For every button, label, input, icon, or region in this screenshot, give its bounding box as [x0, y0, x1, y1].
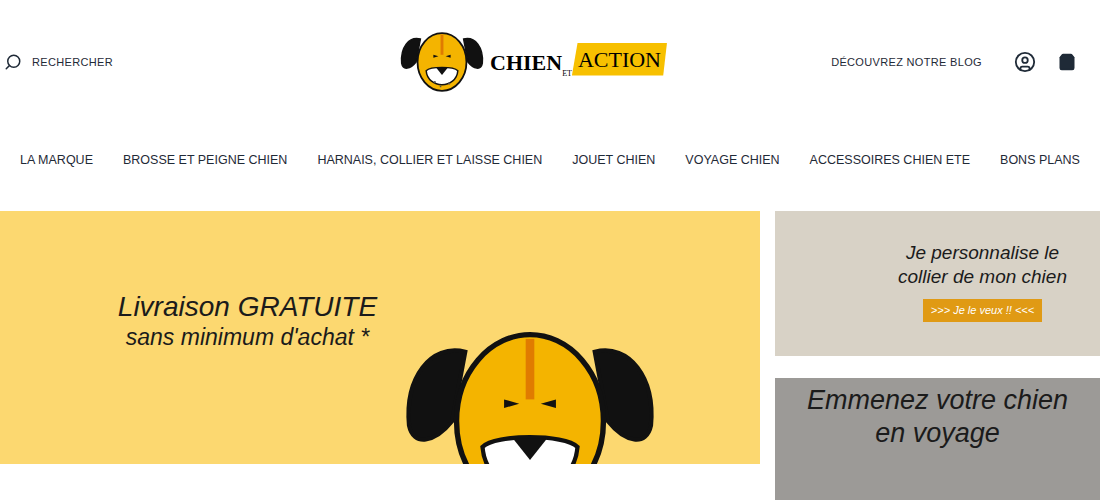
nav-item[interactable]: BONS PLANS [1000, 150, 1080, 170]
logo[interactable]: CHIENETACTION [394, 26, 714, 98]
logo-text-et: ET [562, 68, 572, 80]
main-nav: LA MARQUE BROSSE ET PEIGNE CHIEN HARNAIS, … [20, 124, 1080, 170]
header-actions: DÉCOUVREZ NOTRE BLOG [714, 51, 1096, 73]
nav-item[interactable]: ACCESSOIRES CHIEN ETE [810, 150, 970, 170]
search[interactable]: RECHERCHER [4, 53, 394, 71]
nav-item[interactable]: HARNAIS, COLLIER ET LAISSE CHIEN [317, 150, 542, 170]
hero-text: Livraison GRATUITEsans minimum d'achat * [105, 291, 390, 464]
hero-banner[interactable]: Livraison GRATUITEsans minimum d'achat * [0, 211, 760, 464]
search-label: RECHERCHER [32, 54, 113, 71]
account-icon[interactable] [1014, 51, 1036, 73]
promo-line: collier de mon chien [898, 265, 1067, 289]
nav-item[interactable]: VOYAGE CHIEN [685, 150, 779, 170]
logo-text-chien: CHIEN [490, 46, 562, 79]
search-icon [4, 53, 22, 71]
hero-line: Livraison GRATUITE [118, 291, 377, 323]
promo-column: Je personnalise lecollier de mon chien >>… [775, 211, 1100, 464]
promo-button[interactable]: >>> Je le veux !! <<< [923, 299, 1042, 322]
logo-dog-icon [394, 26, 490, 98]
nav-item[interactable]: JOUET CHIEN [572, 150, 655, 170]
nav-item[interactable]: LA MARQUE [20, 150, 93, 170]
hero-section: Livraison GRATUITEsans minimum d'achat *… [0, 211, 1100, 464]
promo-line: Emmenez votre chien [807, 384, 1068, 417]
promo-card[interactable]: Emmenez votre chienen voyage [775, 378, 1100, 500]
blog-link[interactable]: DÉCOUVREZ NOTRE BLOG [831, 54, 982, 71]
header: RECHERCHER CHIENETACTION DÉCOUVREZ NOTRE B… [0, 0, 1100, 124]
logo-text-action: ACTION [572, 43, 667, 76]
promo-line: en voyage [875, 417, 1000, 450]
promo-card[interactable]: Je personnalise lecollier de mon chien >>… [775, 211, 1100, 356]
page: RECHERCHER CHIENETACTION DÉCOUVREZ NOTRE B… [0, 0, 1100, 500]
promo-line: Je personnalise le [906, 241, 1059, 265]
cart-icon[interactable] [1058, 52, 1076, 72]
hero-line: sans minimum d'achat * [126, 323, 369, 351]
nav-item[interactable]: BROSSE ET PEIGNE CHIEN [123, 150, 287, 170]
hero-dog-icon [400, 313, 660, 464]
